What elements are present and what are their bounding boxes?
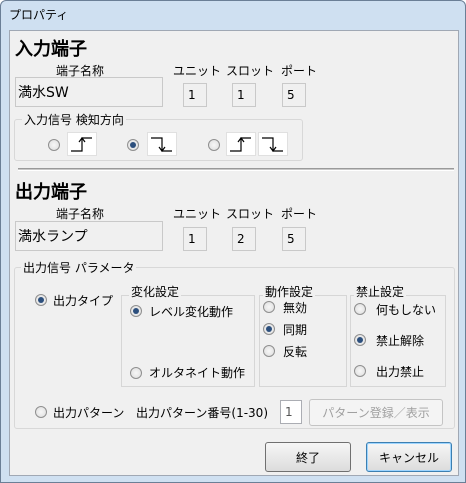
- both-edges-falling-icon: [258, 132, 288, 156]
- input-slot-field: 1: [232, 83, 256, 107]
- output-slot-field: 2: [232, 227, 256, 251]
- output-params-label: 出力信号 パラメータ: [21, 259, 137, 276]
- pattern-number-label: 出力パターン番号(1-30): [136, 406, 268, 420]
- change-setting-label: 変化設定: [129, 283, 182, 300]
- output-slot-label: スロット: [226, 207, 275, 221]
- action-disabled-radio[interactable]: [263, 301, 275, 313]
- input-unit-field: 1: [183, 83, 207, 107]
- prohibit-release-radio[interactable]: [354, 334, 366, 346]
- output-type-label[interactable]: 出力タイプ: [53, 292, 113, 309]
- input-name-field: 満水SW: [15, 77, 163, 107]
- dialog-client-area: 入力端子 端子名称 ユニット スロット ポート 満水SW 1 1 5 入力信号 …: [9, 30, 459, 476]
- detect-direction-label: 入力信号 検知方向: [22, 111, 126, 128]
- section-separator: [18, 168, 454, 171]
- pattern-register-button[interactable]: パターン登録／表示: [309, 399, 443, 426]
- prohibit-output-radio[interactable]: [354, 365, 366, 377]
- output-terminal-heading: 出力端子: [15, 182, 87, 203]
- prohibit-none-label[interactable]: 何もしない: [376, 301, 436, 318]
- output-type-radio[interactable]: [35, 294, 47, 306]
- input-port-field: 5: [282, 83, 306, 107]
- action-sync-label[interactable]: 同期: [283, 321, 307, 338]
- rising-edge-icon: [67, 132, 97, 156]
- input-port-label: ポート: [281, 64, 318, 78]
- output-pattern-radio[interactable]: [35, 406, 47, 418]
- prohibit-none-radio[interactable]: [354, 303, 366, 315]
- output-pattern-label[interactable]: 出力パターン: [53, 404, 124, 421]
- action-sync-radio[interactable]: [263, 323, 275, 335]
- action-setting-label: 動作設定: [263, 283, 316, 300]
- output-unit-field: 1: [183, 227, 207, 251]
- ok-button[interactable]: 終了: [265, 442, 351, 472]
- input-unit-label: ユニット: [173, 64, 222, 78]
- level-change-radio[interactable]: [130, 305, 142, 317]
- alternate-label[interactable]: オルタネイト動作: [149, 364, 245, 381]
- detect-falling-radio[interactable]: [127, 139, 139, 151]
- input-slot-label: スロット: [226, 64, 275, 78]
- input-terminal-heading: 入力端子: [15, 39, 87, 60]
- cancel-button[interactable]: キャンセル: [366, 442, 452, 472]
- output-port-label: ポート: [281, 207, 318, 221]
- alternate-radio[interactable]: [130, 367, 142, 379]
- falling-edge-icon: [147, 132, 177, 156]
- window-title: プロパティ: [9, 8, 69, 22]
- prohibit-output-label[interactable]: 出力禁止: [376, 363, 424, 380]
- both-edges-rising-icon: [226, 132, 256, 156]
- level-change-label[interactable]: レベル変化動作: [149, 303, 233, 320]
- pattern-number-input[interactable]: 1: [280, 400, 302, 424]
- output-port-field: 5: [282, 227, 306, 251]
- action-disabled-label[interactable]: 無効: [283, 299, 307, 316]
- output-name-label: 端子名称: [56, 207, 105, 221]
- prohibit-release-label[interactable]: 禁止解除: [376, 332, 424, 349]
- detect-rising-radio[interactable]: [48, 139, 60, 151]
- output-unit-label: ユニット: [173, 207, 222, 221]
- action-invert-label[interactable]: 反転: [283, 343, 307, 360]
- prohibit-setting-label: 禁止設定: [354, 283, 407, 300]
- output-name-field: 満水ランプ: [15, 221, 163, 251]
- action-invert-radio[interactable]: [263, 345, 275, 357]
- detect-both-radio[interactable]: [208, 139, 220, 151]
- properties-dialog: プロパティ 入力端子 端子名称 ユニット スロット ポート 満水SW 1 1 5…: [0, 0, 466, 483]
